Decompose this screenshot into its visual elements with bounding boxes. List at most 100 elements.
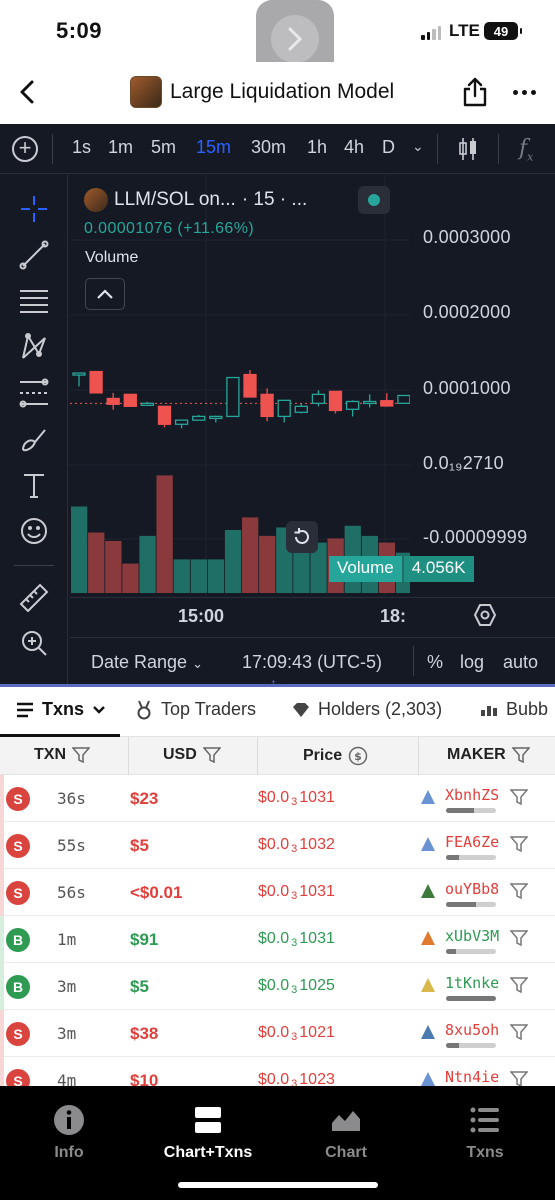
candlestick-type-button[interactable] xyxy=(458,136,478,167)
txn-row[interactable]: S 55s $5 $0.0 3 1032 FEA6Ze xyxy=(0,822,555,869)
price-axis[interactable]: 0.0003000 0.0002000 0.0001000 0.0₁₉2710 -0.0… xyxy=(410,175,555,597)
percent-toggle[interactable]: % xyxy=(427,652,443,673)
candle-body xyxy=(363,400,377,405)
trendline-tool-icon[interactable] xyxy=(16,237,52,273)
chart-settings-button[interactable] xyxy=(473,602,497,633)
log-toggle[interactable]: log xyxy=(460,652,484,673)
col-maker[interactable]: MAKER xyxy=(447,746,530,764)
maker-avatar-icon xyxy=(421,884,435,898)
volume-bar xyxy=(122,563,139,593)
brush-tool-icon[interactable] xyxy=(16,421,52,457)
candle-body xyxy=(328,390,343,412)
timeframe-30m[interactable]: 30m xyxy=(251,137,286,158)
add-indicator-button[interactable]: + xyxy=(12,136,38,162)
maker-address[interactable]: XbnhZS xyxy=(445,786,499,804)
candle-body xyxy=(294,405,308,413)
network-label: LTE xyxy=(449,21,480,40)
auto-toggle[interactable]: auto xyxy=(503,652,538,673)
timeframe-1h[interactable]: 1h xyxy=(307,137,327,158)
timeframe-D[interactable]: D xyxy=(382,137,395,158)
date-range-button[interactable]: Date Range ⌄ xyxy=(91,652,203,673)
tab-txns[interactable]: Txns xyxy=(16,699,106,720)
filter-icon[interactable] xyxy=(510,930,528,946)
maker-address[interactable]: xUbV3M xyxy=(445,927,499,945)
filter-icon[interactable] xyxy=(510,1024,528,1040)
tab-bubblemap[interactable]: Bubb xyxy=(480,699,548,720)
txn-row[interactable]: S 56s <$0.01 $0.0 3 1031 ouYBb8 xyxy=(0,869,555,916)
tab-bar: Txns Top Traders Holders (2,303) Bubb xyxy=(0,687,555,737)
tab-holders[interactable]: Holders (2,303) xyxy=(292,699,442,720)
side-indicator xyxy=(0,963,4,1010)
col-txn[interactable]: TXN xyxy=(34,746,90,764)
volume-indicator-label[interactable]: Volume xyxy=(85,249,138,267)
txn-type-badge: S xyxy=(6,1022,30,1046)
filter-icon[interactable] xyxy=(510,789,528,805)
nav-chart-txns[interactable]: Chart+Txns xyxy=(148,1104,268,1162)
status-bar: 5:09 LTE 49 xyxy=(0,0,555,78)
collapse-legend-button[interactable] xyxy=(85,278,125,310)
filter-icon[interactable] xyxy=(510,883,528,899)
price-tick: 0.0₁₉2710 xyxy=(423,453,504,473)
split-view-icon xyxy=(195,1107,221,1133)
candlestick-plot[interactable] xyxy=(70,175,410,597)
timeframe-4h[interactable]: 4h xyxy=(344,137,364,158)
settings-icon xyxy=(473,604,497,626)
share-button[interactable] xyxy=(462,76,488,108)
horizontal-lines-tool-icon[interactable] xyxy=(16,283,52,319)
filter-icon[interactable] xyxy=(510,836,528,852)
volume-bar xyxy=(105,540,122,593)
more-options-button[interactable] xyxy=(513,90,536,95)
candle-body xyxy=(226,376,240,418)
token-logo-icon xyxy=(130,76,162,108)
nav-chart[interactable]: Chart xyxy=(286,1104,406,1162)
maker-address[interactable]: 1tKnke xyxy=(445,974,499,992)
tab-top-traders[interactable]: Top Traders xyxy=(135,699,256,720)
chevron-down-icon[interactable]: ⌄ xyxy=(412,138,424,155)
maker-address[interactable]: FEA6Ze xyxy=(445,833,499,851)
time-axis[interactable]: 15:00 18: xyxy=(70,597,555,633)
reset-chart-button[interactable] xyxy=(286,521,318,553)
market-status-indicator[interactable] xyxy=(358,186,390,214)
volume-bar xyxy=(173,559,190,593)
txn-row[interactable]: B 3m $5 $0.0 3 1025 1tKnke xyxy=(0,963,555,1010)
fib-tool-icon[interactable] xyxy=(16,375,52,411)
col-price[interactable]: Price $ xyxy=(303,746,368,766)
txn-row[interactable]: S 3m $38 $0.0 3 1021 8xu5oh xyxy=(0,1010,555,1057)
timeframe-1s[interactable]: 1s xyxy=(72,137,91,158)
timeframe-1m[interactable]: 1m xyxy=(108,137,133,158)
emoji-tool-icon[interactable] xyxy=(16,513,52,549)
indicators-fx-button[interactable]: fx xyxy=(519,136,533,163)
maker-address[interactable]: Ntn4ie xyxy=(445,1068,499,1086)
chevron-right-icon xyxy=(271,15,319,63)
text-tool-icon[interactable] xyxy=(16,467,52,503)
filter-icon[interactable] xyxy=(510,1071,528,1086)
col-usd[interactable]: USD xyxy=(163,746,221,764)
chart-legend[interactable]: LLM/SOL on... · 15 · ... xyxy=(84,188,307,212)
txn-row[interactable]: B 1m $91 $0.0 3 1031 xUbV3M xyxy=(0,916,555,963)
side-indicator xyxy=(0,916,4,963)
txn-row[interactable]: S 4m $10 $0.0 3 1023 Ntn4ie xyxy=(0,1057,555,1086)
maker-address[interactable]: 8xu5oh xyxy=(445,1021,499,1039)
crosshair-tool-icon[interactable] xyxy=(16,191,52,227)
legend-price: 0.00001076 (+11.66%) xyxy=(84,220,255,237)
zoom-tool-icon[interactable] xyxy=(16,625,52,661)
candle-body xyxy=(243,373,257,398)
back-button[interactable] xyxy=(16,78,38,106)
price-tick: 0.0002000 xyxy=(423,302,511,322)
txn-row[interactable]: S 36s $23 $0.0 3 1031 XbnhZS xyxy=(0,775,555,822)
timeframe-5m[interactable]: 5m xyxy=(151,137,176,158)
chevron-up-icon xyxy=(97,289,113,299)
nav-txns[interactable]: Txns xyxy=(425,1104,545,1162)
volume-bar xyxy=(139,535,156,593)
ruler-tool-icon[interactable] xyxy=(16,579,52,615)
txn-price: $0.0 3 1031 xyxy=(258,883,335,902)
timeframe-15m[interactable]: 15m xyxy=(196,137,231,158)
maker-address[interactable]: ouYBb8 xyxy=(445,880,499,898)
filter-icon[interactable] xyxy=(510,977,528,993)
side-indicator xyxy=(0,775,4,822)
maker-holding-bar xyxy=(446,949,496,954)
txn-age: 3m xyxy=(57,977,77,996)
pattern-tool-icon[interactable] xyxy=(16,329,52,365)
nav-info[interactable]: Info xyxy=(9,1104,129,1162)
candle-body xyxy=(192,415,206,421)
